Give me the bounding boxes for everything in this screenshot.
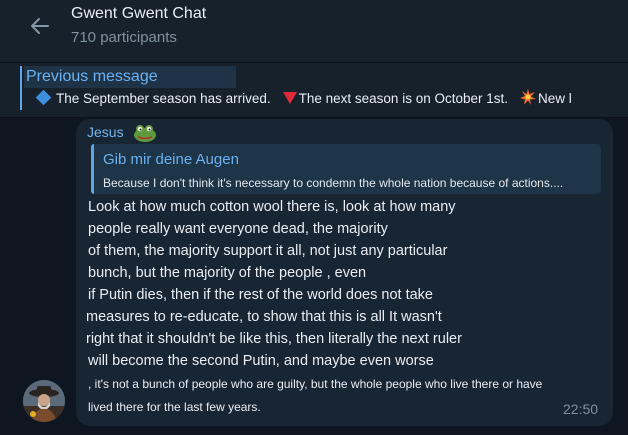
message-line: , it's not a bunch of people who are gui…: [88, 377, 543, 391]
reply-accent-bar: [91, 144, 94, 194]
pinned-text: The September season has arrived. The nex…: [34, 89, 628, 109]
message-time: 22:50: [563, 401, 599, 417]
pinned-text-1: The September season has arrived.: [56, 91, 271, 106]
message-line: Look at how much cotton wool there is, l…: [88, 199, 456, 215]
blue-diamond-icon: [35, 89, 52, 106]
frog-emoji-icon: [134, 125, 156, 142]
chat-title[interactable]: Gwent Gwent Chat: [71, 5, 206, 23]
pinned-text-3: New l: [538, 91, 572, 106]
sender-name[interactable]: Jesus: [87, 124, 124, 140]
collision-icon: [520, 89, 536, 105]
message-line: people really want everyone dead, the ma…: [88, 221, 388, 237]
pinned-label: Previous message: [24, 66, 236, 88]
pinned-text-2: The next season is on October 1st.: [298, 91, 508, 106]
message-line: measures to re-educate, to show that thi…: [86, 309, 442, 325]
avatar[interactable]: [23, 380, 65, 422]
pinned-accent-bar: [20, 66, 22, 110]
message-line: bunch, but the majority of the people , …: [88, 265, 367, 281]
message-line: of them, the majority support it all, no…: [88, 243, 448, 259]
message-line: right that it shouldn't be like this, th…: [86, 331, 462, 347]
red-triangle-icon: [282, 92, 297, 104]
reply-text: Because I don't think it's necessary to …: [103, 176, 564, 190]
message-line: will become the second Putin, and maybe …: [88, 353, 434, 369]
participants-count: 710 participants: [71, 29, 177, 46]
message-line: if Putin dies, then if the rest of the w…: [88, 287, 433, 303]
back-button[interactable]: [24, 10, 56, 42]
avatar-image: [23, 380, 65, 422]
arrow-left-icon: [31, 18, 49, 34]
message-line: lived there for the last few years.: [88, 400, 261, 414]
reply-author: Gib mir deine Augen: [103, 151, 239, 168]
